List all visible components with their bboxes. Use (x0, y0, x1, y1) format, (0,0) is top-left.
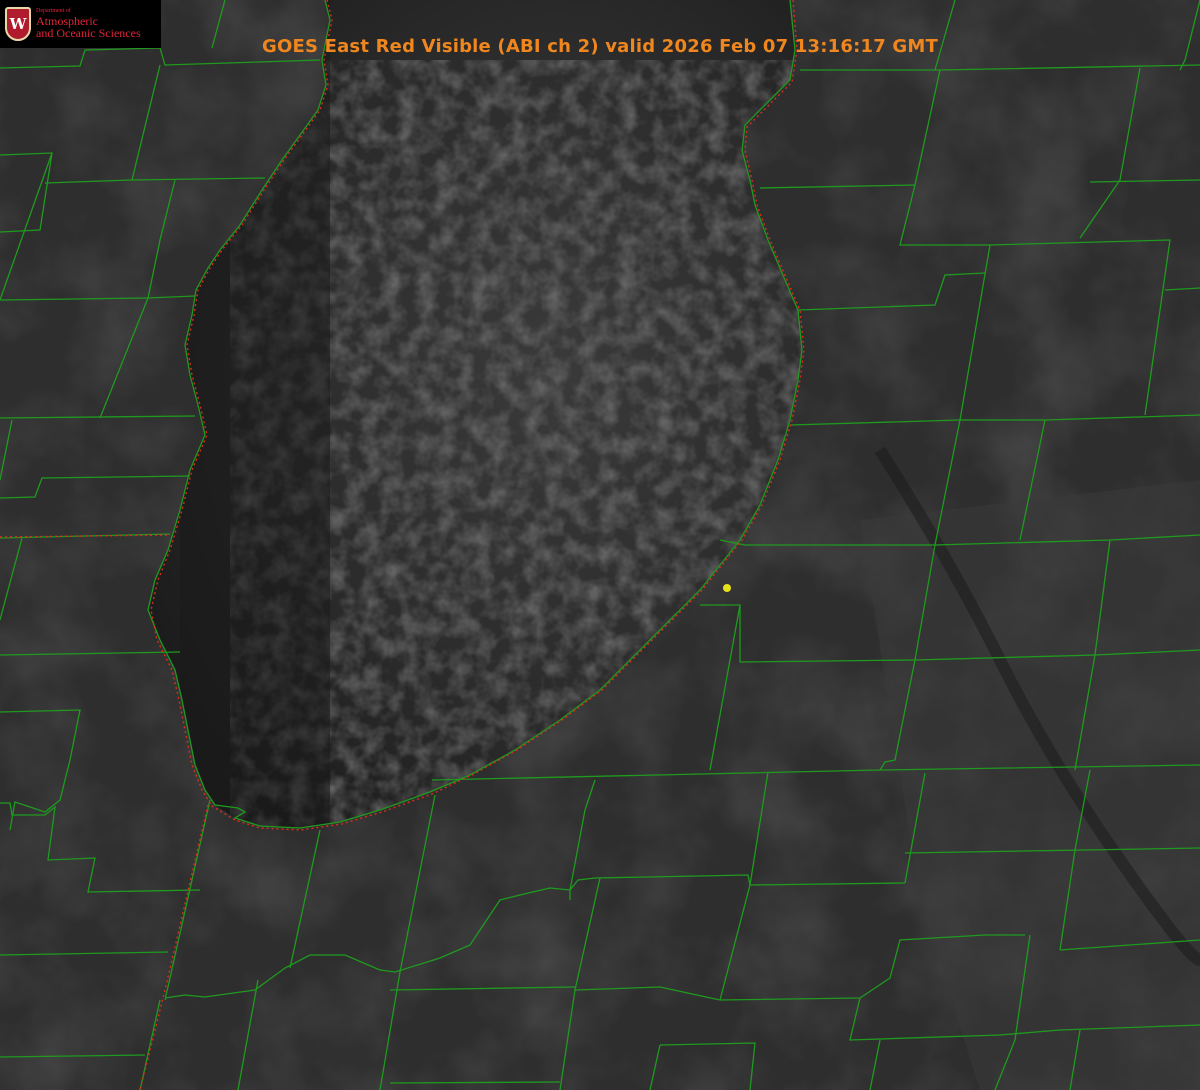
satellite-viewer: W Department of Atmospheric and Oceanic … (0, 0, 1200, 1090)
image-title: GOES East Red Visible (ABI ch 2) valid 2… (261, 36, 938, 57)
location-marker (723, 584, 731, 592)
crest-letter: W (9, 14, 27, 33)
satellite-image (0, 0, 1200, 1090)
